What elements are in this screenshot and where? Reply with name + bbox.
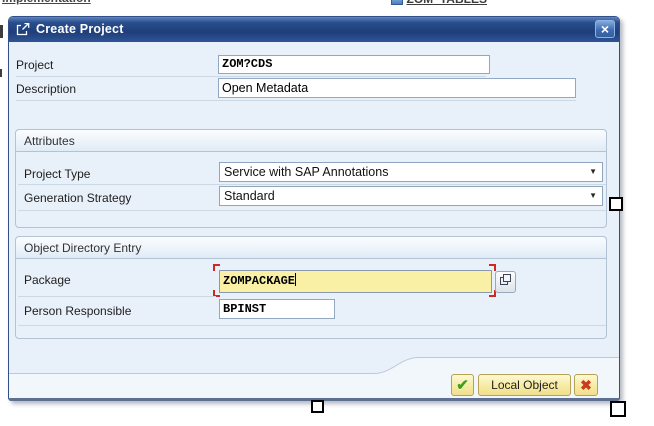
table-icon: [391, 0, 403, 5]
generation-strategy-value: Standard: [224, 189, 275, 203]
generation-strategy-select[interactable]: Standard ▼: [219, 186, 603, 206]
background-fragment: [0, 25, 3, 38]
ok-button[interactable]: ✔: [451, 374, 474, 396]
package-input[interactable]: ZOMPACKAGE: [219, 270, 492, 293]
background-text-implementation: Implementation: [2, 0, 112, 5]
person-responsible-label: Person Responsible: [24, 304, 131, 318]
value-help-icon: [499, 273, 512, 291]
row-separator: [16, 76, 486, 77]
cancel-button[interactable]: ✖: [574, 374, 598, 396]
dialog-title: Create Project: [36, 17, 124, 42]
row-separator: [18, 210, 606, 211]
package-label: Package: [24, 273, 71, 287]
local-object-button[interactable]: Local Object: [478, 374, 571, 396]
focus-bracket: [489, 264, 496, 271]
resize-handle-corner[interactable]: [610, 401, 626, 417]
project-type-value: Service with SAP Annotations: [224, 165, 388, 179]
row-separator: [18, 296, 216, 297]
close-button[interactable]: ×: [595, 20, 615, 38]
project-label: Project: [16, 58, 53, 72]
project-type-label: Project Type: [24, 167, 90, 181]
local-object-label: Local Object: [491, 378, 558, 392]
create-dialog-icon: [16, 23, 30, 36]
person-responsible-input[interactable]: BPINST: [219, 299, 335, 319]
row-separator: [18, 184, 606, 185]
background-tree-item[interactable]: • ZOM_TABLES: [383, 0, 593, 7]
create-project-dialog: Create Project × Project ZOM?CDS Descrip…: [8, 16, 620, 401]
screen: Implementation • ZOM_TABLES Create Proje…: [0, 0, 654, 426]
resize-handle-right[interactable]: [609, 197, 623, 211]
attributes-group: Attributes Project Type Service with SAP…: [15, 129, 607, 228]
resize-handle-bottom[interactable]: [311, 400, 324, 413]
tree-item-label: ZOM_TABLES: [407, 0, 487, 6]
attributes-group-title: Attributes: [16, 130, 606, 152]
package-value: ZOMPACKAGE: [223, 274, 295, 288]
chevron-down-icon: ▼: [589, 187, 597, 205]
check-icon: ✔: [456, 376, 469, 394]
bullet-icon: •: [383, 0, 387, 5]
project-type-select[interactable]: Service with SAP Annotations ▼: [219, 162, 603, 182]
chevron-down-icon: ▼: [589, 163, 597, 181]
generation-strategy-label: Generation Strategy: [24, 191, 131, 205]
text-cursor: [295, 273, 296, 286]
description-label: Description: [16, 82, 76, 96]
description-input[interactable]: Open Metadata: [218, 78, 576, 98]
project-input[interactable]: ZOM?CDS: [218, 55, 490, 74]
value-help-button[interactable]: [495, 271, 516, 293]
background-fragment: [0, 69, 2, 77]
dialog-titlebar[interactable]: Create Project ×: [9, 17, 619, 42]
row-separator: [18, 325, 606, 326]
background-text-label: Implementation: [2, 0, 112, 5]
object-directory-group-title: Object Directory Entry: [16, 237, 606, 259]
object-directory-group: Object Directory Entry Package ZOMPACKAG…: [15, 236, 607, 339]
row-separator: [16, 100, 576, 101]
focus-bracket: [213, 264, 220, 271]
close-icon: ×: [601, 21, 609, 37]
cancel-x-icon: ✖: [580, 377, 592, 394]
